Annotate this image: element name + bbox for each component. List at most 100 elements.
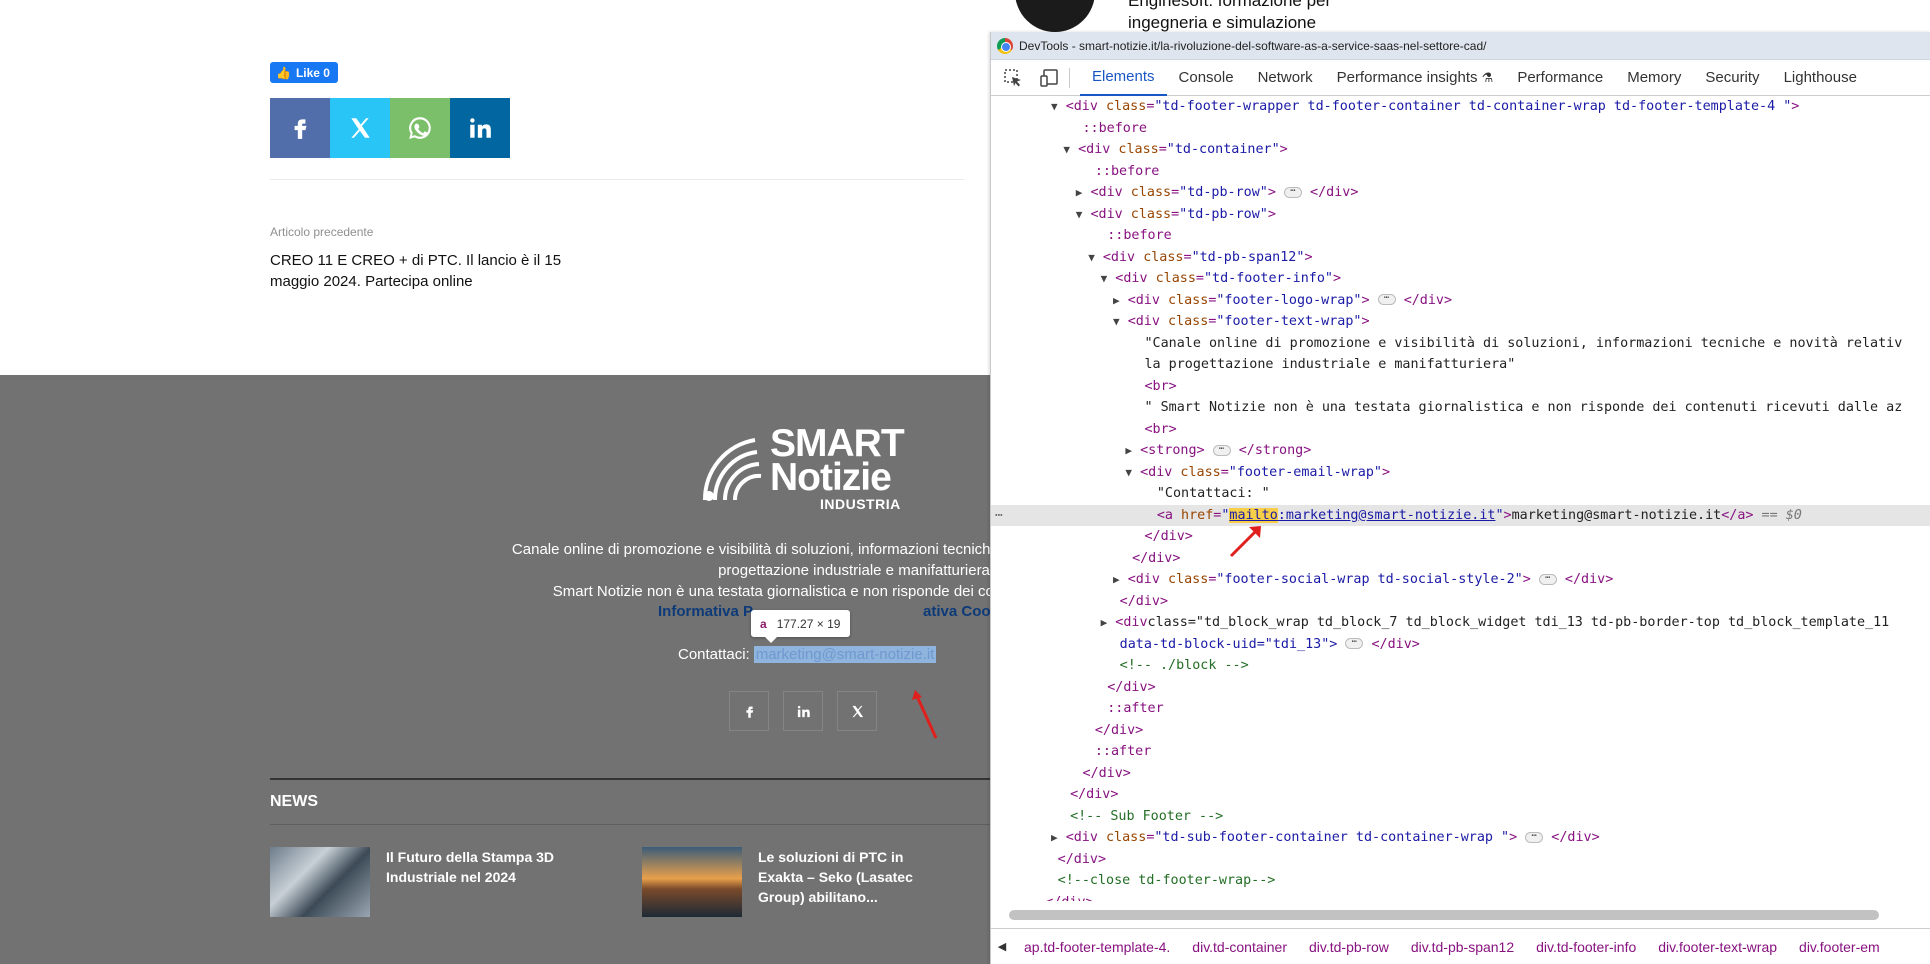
expand-triangle-icon[interactable]: ▶	[1101, 616, 1108, 629]
node-actions-icon[interactable]: ⋯	[995, 505, 1003, 527]
dom-node-line[interactable]: " Smart Notizie non è una testata giorna…	[991, 397, 1930, 419]
dom-node-line[interactable]: ::after	[991, 698, 1930, 720]
ellipsis-expand-icon[interactable]: ⋯	[1212, 444, 1231, 456]
href-link[interactable]: :marketing@smart-notizie.it	[1278, 508, 1496, 523]
tab-memory[interactable]: Memory	[1615, 60, 1693, 96]
tab-security[interactable]: Security	[1693, 60, 1771, 96]
footer-facebook-button[interactable]	[729, 691, 769, 731]
dom-node-line[interactable]: "Canale online di promozione e visibilit…	[991, 333, 1930, 355]
expand-triangle-icon[interactable]: ▶	[1051, 831, 1058, 844]
dom-node-line[interactable]: "Contattaci: "	[991, 483, 1930, 505]
dom-node-line[interactable]: ▼ <div class="td-pb-row">	[991, 204, 1930, 226]
whatsapp-share-button[interactable]	[390, 98, 450, 158]
devtools-window-title: DevTools - smart-notizie.it/la-rivoluzio…	[1019, 38, 1487, 53]
inspect-element-button[interactable]	[999, 64, 1027, 92]
collapse-triangle-icon[interactable]: ▼	[1101, 272, 1108, 285]
dom-node-line[interactable]: <!--close td-footer-wrap-->	[991, 870, 1930, 892]
dom-node-line[interactable]: ▶ <div class="footer-social-wrap td-soci…	[991, 569, 1930, 591]
dom-node-line[interactable]: <br>	[991, 376, 1930, 398]
expand-triangle-icon[interactable]: ▶	[1076, 186, 1083, 199]
dom-node-line[interactable]: </div>	[991, 591, 1930, 613]
dom-node-line[interactable]: <!-- Sub Footer -->	[991, 806, 1930, 828]
dom-node-line[interactable]: <a href="mailto:marketing@smart-notizie.…	[991, 504, 1930, 527]
dom-node-line[interactable]: data-td-block-uid="tdi_13"> ⋯ </div>	[991, 634, 1930, 656]
dom-node-line[interactable]: </div>	[991, 548, 1930, 570]
dom-node-line[interactable]: ::before	[991, 161, 1930, 183]
footer-x-button[interactable]	[837, 691, 877, 731]
x-share-button[interactable]	[330, 98, 390, 158]
smart-notizie-logo[interactable]: SMART Notizie INDUSTRIA	[695, 424, 915, 514]
dom-node-line[interactable]: ▼ <div class="footer-text-wrap">	[991, 311, 1930, 333]
html-tag: <div class="footer-social-wrap td-social…	[1127, 572, 1531, 587]
breadcrumb-item[interactable]: div.footer-em	[1788, 939, 1891, 955]
breadcrumb-scroll-left-icon[interactable]: ◀	[991, 940, 1013, 953]
tab-performance[interactable]: Performance	[1505, 60, 1615, 96]
dom-node-line[interactable]: </div>	[991, 720, 1930, 742]
dom-node-line[interactable]: ▼ <div class="td-container">	[991, 139, 1930, 161]
breadcrumb-item[interactable]: div.td-pb-row	[1298, 939, 1400, 955]
dom-node-line[interactable]: la progettazione industriale e manifattu…	[991, 354, 1930, 376]
news-item[interactable]: Il Futuro della Stampa 3D Industriale ne…	[270, 847, 576, 917]
collapse-triangle-icon[interactable]: ▼	[1088, 251, 1095, 264]
dom-node-line[interactable]: </div>	[991, 892, 1930, 902]
ad-text: Enginesoft: formazione per ingegneria e …	[1128, 0, 1332, 32]
collapse-triangle-icon[interactable]: ▼	[1051, 100, 1058, 113]
news-item[interactable]: Le soluzioni di PTC in Exakta – Seko (La…	[642, 847, 948, 917]
dom-node-line[interactable]: ▶ <div class="footer-logo-wrap"> ⋯ </div…	[991, 290, 1930, 312]
ellipsis-expand-icon[interactable]: ⋯	[1345, 638, 1364, 649]
contact-email-link[interactable]: marketing@smart-notizie.it	[753, 646, 937, 663]
elements-tree[interactable]: ▼ <div class="td-footer-wrapper td-foote…	[991, 96, 1930, 901]
horizontal-scrollbar[interactable]	[1009, 910, 1879, 920]
privacy-policy-link[interactable]: Informativa P	[658, 603, 753, 620]
tab-network[interactable]: Network	[1246, 60, 1325, 96]
dom-node-line[interactable]: </div>	[991, 784, 1930, 806]
mailto-highlight[interactable]: mailto	[1229, 507, 1278, 523]
collapse-triangle-icon[interactable]: ▼	[1076, 208, 1083, 221]
ellipsis-expand-icon[interactable]: ⋯	[1538, 573, 1557, 585]
html-tag: <div class="td-sub-footer-container td-c…	[1065, 830, 1518, 845]
dom-node-line[interactable]: ::before	[991, 225, 1930, 247]
facebook-share-button[interactable]	[270, 98, 330, 158]
breadcrumb-item[interactable]: div.td-footer-info	[1525, 939, 1647, 955]
ellipsis-expand-icon[interactable]: ⋯	[1377, 294, 1396, 305]
dom-node-line[interactable]: ▶ <divclass="td_block_wrap td_block_7 td…	[991, 612, 1930, 634]
dom-node-line[interactable]: ::after	[991, 741, 1930, 763]
tab-elements[interactable]: Elements	[1080, 60, 1167, 96]
previous-article-link[interactable]: CREO 11 E CREO + di PTC. Il lancio è il …	[270, 250, 570, 292]
linkedin-share-button[interactable]	[450, 98, 510, 158]
expand-triangle-icon[interactable]: ▶	[1125, 444, 1132, 457]
tab-console[interactable]: Console	[1167, 60, 1246, 96]
collapse-triangle-icon[interactable]: ▼	[1113, 315, 1120, 328]
expand-triangle-icon[interactable]: ▶	[1113, 294, 1120, 307]
sidebar-ad[interactable]: Enginesoft: formazione per ingegneria e …	[1015, 0, 1345, 32]
collapse-triangle-icon[interactable]: ▼	[1125, 466, 1132, 479]
dom-node-line[interactable]: ▼ <div class="footer-email-wrap">	[991, 462, 1930, 484]
dom-node-line[interactable]: ▼ <div class="td-footer-wrapper td-foote…	[991, 96, 1930, 118]
device-toolbar-button[interactable]	[1035, 64, 1063, 92]
dom-node-line[interactable]: </div>	[991, 677, 1930, 699]
collapse-triangle-icon[interactable]: ▼	[1063, 143, 1070, 156]
dom-node-line[interactable]: </div>	[991, 849, 1930, 871]
breadcrumb-item[interactable]: ap.td-footer-template-4.	[1013, 939, 1181, 955]
facebook-icon	[294, 119, 307, 139]
dom-node-line[interactable]: ::before	[991, 118, 1930, 140]
dom-node-line[interactable]: </div>	[991, 526, 1930, 548]
dom-node-line[interactable]: ▼ <div class="td-pb-span12">	[991, 247, 1930, 269]
dom-node-line[interactable]: ▶ <div class="td-pb-row"> ⋯ </div>	[991, 182, 1930, 204]
dom-node-line[interactable]: ▶ <div class="td-sub-footer-container td…	[991, 827, 1930, 849]
dom-node-line[interactable]: ▼ <div class="td-footer-info">	[991, 268, 1930, 290]
dom-node-line[interactable]: ▶ <strong> ⋯ </strong>	[991, 440, 1930, 462]
footer-linkedin-button[interactable]	[783, 691, 823, 731]
dom-node-line[interactable]: <!-- ./block -->	[991, 655, 1930, 677]
tab-performance-insights[interactable]: Performance insights ⚗	[1325, 60, 1506, 96]
breadcrumb-item[interactable]: div.td-container	[1181, 939, 1298, 955]
ellipsis-expand-icon[interactable]: ⋯	[1525, 831, 1544, 843]
expand-triangle-icon[interactable]: ▶	[1113, 573, 1120, 586]
dom-node-line[interactable]: </div>	[991, 763, 1930, 785]
tab-lighthouse[interactable]: Lighthouse	[1772, 60, 1869, 96]
dom-node-line[interactable]: <br>	[991, 419, 1930, 441]
facebook-like-button[interactable]: 👍 Like 0	[270, 62, 338, 83]
breadcrumb-item[interactable]: div.td-pb-span12	[1400, 939, 1525, 955]
breadcrumb-item[interactable]: div.footer-text-wrap	[1647, 939, 1788, 955]
ellipsis-expand-icon[interactable]: ⋯	[1283, 186, 1302, 198]
